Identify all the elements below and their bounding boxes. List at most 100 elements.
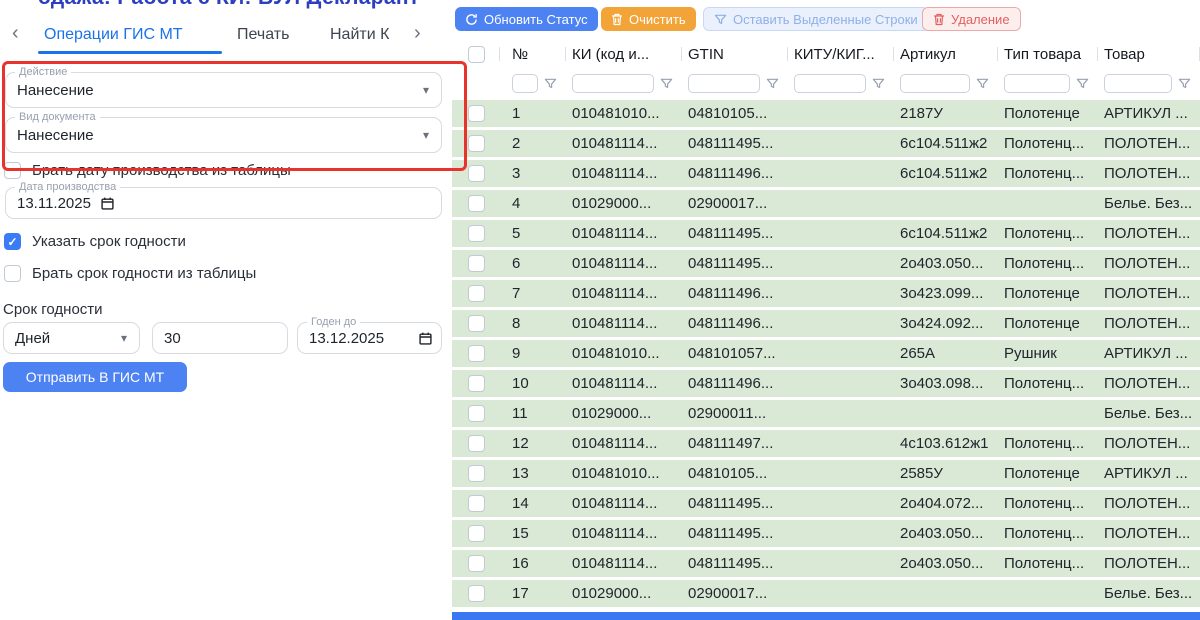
- table-row[interactable]: 6 010481114... 048111495... 2о403.050... Пол…: [452, 250, 1200, 277]
- column-header-product-type[interactable]: Тип товара: [998, 40, 1098, 68]
- row-checkbox[interactable]: [467, 135, 485, 152]
- row-checkbox[interactable]: [467, 375, 485, 392]
- filter-input[interactable]: [900, 73, 970, 93]
- row-checkbox[interactable]: [467, 345, 485, 362]
- submit-to-gis-mt-button[interactable]: Отправить В ГИС МТ: [3, 362, 187, 392]
- back-chevron-icon[interactable]: ‹: [12, 23, 19, 43]
- tab-find-km[interactable]: Найти К: [330, 26, 389, 44]
- row-checkbox[interactable]: [467, 555, 485, 572]
- table-row[interactable]: 7 010481114... 048111496... 3о423.099... Пол…: [452, 280, 1200, 307]
- table-row[interactable]: 2 010481114... 048111495... 6с104.511ж2 Поло…: [452, 130, 1200, 157]
- row-checkbox[interactable]: [467, 525, 485, 542]
- filter-funnel-icon[interactable]: [660, 77, 673, 90]
- table-row[interactable]: 13 010481010... 04810105... 2585У Полотенце А…: [452, 460, 1200, 487]
- cell-gtin: 02900011...: [688, 405, 767, 422]
- shelf-life-section-label: Срок годности: [3, 301, 103, 318]
- table-row[interactable]: 11 01029000... 02900011... Белье. Без...: [452, 400, 1200, 427]
- table-row[interactable]: 10 010481114... 048111496... 3о403.098... По…: [452, 370, 1200, 397]
- filter-funnel-icon[interactable]: [766, 77, 779, 90]
- row-checkbox[interactable]: [467, 405, 485, 422]
- filter-funnel-icon[interactable]: [544, 77, 557, 90]
- column-header-ki[interactable]: КИ (код и...: [566, 40, 682, 68]
- cell-gtin: 048111495...: [688, 525, 774, 542]
- shelf-life-unit-value: Дней: [15, 329, 51, 347]
- checkbox-row-set-shelf-life[interactable]: ✓ Указать срок годности: [4, 233, 186, 250]
- take-shelf-life-checkbox[interactable]: [4, 265, 21, 282]
- row-checkbox[interactable]: [467, 165, 485, 182]
- filter-input[interactable]: [688, 73, 760, 93]
- cell-row-number: 4: [512, 195, 521, 212]
- checkbox-row-take-shelf-life[interactable]: Брать срок годности из таблицы: [4, 265, 256, 282]
- row-checkbox[interactable]: [467, 285, 485, 302]
- row-checkbox[interactable]: [467, 255, 485, 272]
- table-row[interactable]: 8 010481114... 048111496... 3о424.092... Пол…: [452, 310, 1200, 337]
- row-checkbox[interactable]: [467, 225, 485, 242]
- filter-input[interactable]: [794, 73, 866, 93]
- table-row[interactable]: 5 010481114... 048111495... 6с104.511ж2 Поло…: [452, 220, 1200, 247]
- filter-funnel-icon[interactable]: [976, 77, 989, 90]
- table-row[interactable]: 3 010481114... 048111496... 6с104.511ж2 Поло…: [452, 160, 1200, 187]
- take-production-date-checkbox[interactable]: [4, 162, 21, 179]
- row-checkbox[interactable]: [467, 465, 485, 482]
- filter-row: [452, 68, 1200, 98]
- clear-button[interactable]: Очистить: [601, 7, 696, 31]
- table-row[interactable]: 14 010481114... 048111495... 2о404.072... По…: [452, 490, 1200, 517]
- row-checkbox[interactable]: [467, 105, 485, 122]
- filter-input[interactable]: [512, 73, 538, 93]
- production-date-label: Дата производства: [15, 181, 121, 193]
- table-row[interactable]: 4 01029000... 02900017... Белье. Без...: [452, 190, 1200, 217]
- row-checkbox[interactable]: [467, 495, 485, 512]
- action-select[interactable]: Действие Нанесение ▾: [5, 66, 442, 108]
- tab-operations-gis-mt[interactable]: Операции ГИС МТ: [44, 26, 183, 44]
- delete-button[interactable]: Удаление: [922, 7, 1021, 31]
- filter-funnel-icon[interactable]: [1178, 77, 1191, 90]
- row-checkbox-cell: [452, 585, 500, 602]
- production-date-field[interactable]: Дата производства 13.11.2025: [5, 181, 442, 219]
- column-header-kitu[interactable]: КИТУ/КИГ...: [788, 40, 894, 68]
- column-header-article[interactable]: Артикул: [894, 40, 998, 68]
- filter-funnel-icon[interactable]: [1076, 77, 1089, 90]
- refresh-status-button[interactable]: Обновить Статус: [455, 7, 598, 31]
- filter-input[interactable]: [572, 73, 654, 93]
- chevron-down-icon: ▾: [422, 83, 429, 97]
- tab-print[interactable]: Печать: [237, 26, 289, 44]
- shelf-life-value-input[interactable]: 30: [152, 322, 288, 354]
- doc-type-select[interactable]: Вид документа Нанесение ▾: [5, 111, 442, 153]
- cell-product: АРТИКУЛ ...: [1104, 345, 1188, 362]
- keep-selected-rows-button[interactable]: Оставить Выделенные Строки: [703, 7, 929, 31]
- column-header-number[interactable]: №: [500, 40, 566, 68]
- table-row[interactable]: 1 010481010... 04810105... 2187У Полотенце АР…: [452, 100, 1200, 127]
- row-checkbox[interactable]: [467, 435, 485, 452]
- cell-row-number: 9: [512, 345, 521, 362]
- column-header-product[interactable]: Товар: [1098, 40, 1200, 68]
- filter-input[interactable]: [1004, 73, 1070, 93]
- table-header-row: № КИ (код и... GTIN КИТУ/КИГ... Артикул …: [452, 40, 1200, 68]
- table-row[interactable]: 9 010481010... 048101057... 265А Рушник АРТИК…: [452, 340, 1200, 367]
- filter-funnel-icon[interactable]: [872, 77, 885, 90]
- shelf-life-unit-select[interactable]: Дней ▾: [3, 322, 140, 354]
- table-row[interactable]: 12 010481114... 048111497... 4с103.612ж1 Пол…: [452, 430, 1200, 457]
- valid-until-label: Годен до: [307, 316, 361, 328]
- table-row[interactable]: 17 01029000... 02900017... Белье. Без...: [452, 580, 1200, 607]
- row-checkbox[interactable]: [467, 315, 485, 332]
- table-row[interactable]: 15 010481114... 048111495... 2о403.050... По…: [452, 520, 1200, 547]
- calendar-icon[interactable]: [419, 332, 432, 345]
- select-all-checkbox[interactable]: [467, 45, 485, 63]
- row-checkbox[interactable]: [467, 195, 485, 212]
- calendar-icon[interactable]: [101, 197, 114, 210]
- column-header-gtin[interactable]: GTIN: [682, 40, 788, 68]
- cell-row-number: 11: [512, 405, 528, 422]
- filter-cell: [682, 73, 788, 93]
- cell-row-number: 16: [512, 555, 529, 572]
- filter-input[interactable]: [1104, 73, 1172, 93]
- row-checkbox[interactable]: [467, 585, 485, 602]
- valid-until-field[interactable]: Годен до 13.12.2025: [297, 316, 442, 354]
- table-row[interactable]: 16 010481114... 048111495... 2о403.050... По…: [452, 550, 1200, 577]
- forward-chevron-icon[interactable]: ›: [414, 23, 421, 43]
- cell-ki: 01029000...: [572, 585, 652, 602]
- cell-article: 2585У: [900, 465, 943, 482]
- row-checkbox-cell: [452, 435, 500, 452]
- checkbox-row-take-production-date[interactable]: Брать дату производства из таблицы: [4, 162, 291, 179]
- set-shelf-life-checkbox[interactable]: ✓: [4, 233, 21, 250]
- active-tab-underline: [38, 51, 222, 54]
